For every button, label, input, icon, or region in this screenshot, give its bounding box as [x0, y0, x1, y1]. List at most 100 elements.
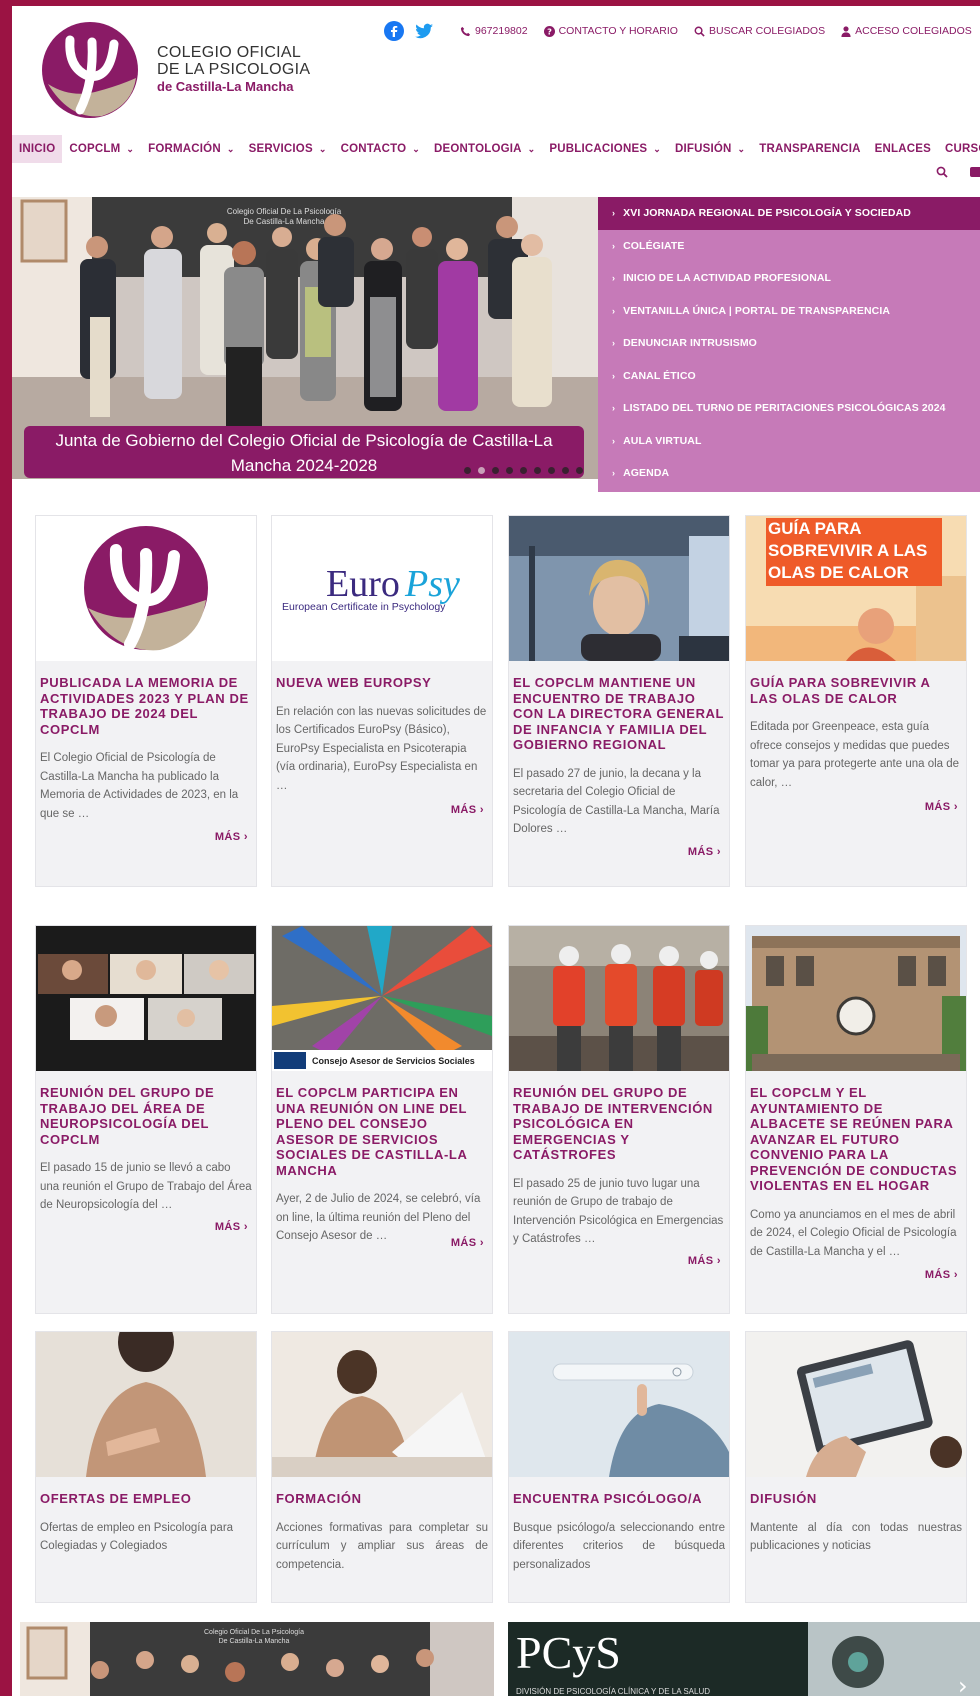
slider-dot[interactable]	[562, 467, 569, 474]
copclm-logo-icon[interactable]	[40, 20, 140, 120]
news-card[interactable]: REUNIÓN DEL GRUPO DE TRABAJO DEL ÁREA DE…	[35, 925, 257, 1314]
logo-text[interactable]: COLEGIO OFICIAL DE LA PSICOLOGIA de Cast…	[157, 44, 310, 95]
news-card[interactable]: REUNIÓN DEL GRUPO DE TRABAJO DE INTERVEN…	[508, 925, 730, 1314]
more-link[interactable]: MÁS ›	[451, 804, 484, 816]
quick-link[interactable]: › LISTADO DEL TURNO DE PERITACIONES PSICO…	[598, 392, 980, 425]
news-title[interactable]: NUEVA WEB EUROPSY	[276, 675, 488, 691]
phone-link[interactable]: 967219802	[460, 25, 528, 37]
section-card-difusion[interactable]: DIFUSIÓN Mantente al día con todas nuest…	[745, 1331, 967, 1603]
news-thumbnail: Euro Psy European Certificate in Psychol…	[272, 516, 492, 661]
quick-link[interactable]: › INICIO DE LA ACTIVIDAD PROFESIONAL	[598, 262, 980, 295]
section-card-empleo[interactable]: OFERTAS DE EMPLEO Ofertas de empleo en P…	[35, 1331, 257, 1603]
news-card[interactable]: GUÍA PARA SOBREVIVIR A LAS OLAS DE CALOR…	[745, 515, 967, 887]
europsy-subtitle: European Certificate in Psychology	[282, 601, 446, 613]
nav-item-label: FORMACIÓN	[148, 143, 221, 155]
news-card[interactable]: PUBLICADA LA MEMORIA DE ACTIVIDADES 2023…	[35, 515, 257, 887]
news-excerpt: Como ya anunciamos en el mes de abril de…	[750, 1208, 957, 1258]
quick-link[interactable]: › COLÉGIATE	[598, 230, 980, 263]
slider-dot[interactable]	[506, 467, 513, 474]
more-link[interactable]: MÁS ›	[688, 1255, 721, 1267]
more-link[interactable]: MÁS ›	[688, 846, 721, 858]
facebook-icon[interactable]	[384, 21, 404, 41]
more-link[interactable]: MÁS ›	[925, 801, 958, 813]
slider-dot[interactable]	[492, 467, 499, 474]
contact-link[interactable]: ? CONTACTO Y HORARIO	[543, 25, 678, 37]
chevron-down-icon: ⌄	[126, 144, 135, 154]
cart-icon[interactable]	[970, 167, 980, 177]
section-title[interactable]: ENCUENTRA PSICÓLOGO/A	[513, 1491, 725, 1507]
news-title[interactable]: EL COPCLM MANTIENE UN ENCUENTRO DE TRABA…	[513, 675, 725, 753]
quick-link-label: LISTADO DEL TURNO DE PERITACIONES PSICOL…	[623, 402, 946, 415]
quick-link[interactable]: › AULA VIRTUAL	[598, 425, 980, 458]
nav-item-copclm[interactable]: COPCLM ⌄	[62, 135, 141, 163]
nav-item-label: DIFUSIÓN	[674, 143, 732, 155]
bottom-banner-right[interactable]: PCyS DIVISIÓN DE PSICOLOGÍA CLÍNICA Y DE…	[508, 1622, 980, 1696]
section-thumbnail	[272, 1332, 492, 1477]
slider-dot[interactable]	[520, 467, 527, 474]
news-title[interactable]: EL COPCLM PARTICIPA EN UNA REUNIÓN ON LI…	[276, 1085, 488, 1178]
news-title[interactable]: EL COPCLM Y EL AYUNTAMIENTO DE ALBACETE …	[750, 1085, 962, 1194]
section-thumbnail	[36, 1332, 256, 1477]
quick-link[interactable]: › VENTANILLA ÚNICA | PORTAL DE TRANSPAREN…	[598, 295, 980, 328]
search-icon[interactable]	[936, 166, 948, 178]
logo-line-3: de Castilla-La Mancha	[157, 79, 294, 94]
slider-dot[interactable]	[576, 467, 583, 474]
more-link[interactable]: MÁS ›	[451, 1237, 484, 1249]
user-icon	[841, 25, 851, 37]
more-link[interactable]: MÁS ›	[215, 1221, 248, 1233]
quick-link[interactable]: › AGENDA	[598, 457, 980, 490]
section-thumbnail	[509, 1332, 729, 1477]
quick-link[interactable]: › DENUNCIAR INTRUSISMO	[598, 327, 980, 360]
news-card[interactable]: Euro Psy European Certificate in Psychol…	[271, 515, 493, 887]
quick-link-label: VENTANILLA ÚNICA | PORTAL DE TRANSPARENC…	[623, 304, 891, 317]
search-icon	[694, 26, 705, 37]
pcys-title: PCyS	[516, 1627, 621, 1678]
more-link[interactable]: MÁS ›	[925, 1269, 958, 1281]
nav-item-enlaces[interactable]: ENLACES	[868, 135, 938, 163]
twitter-icon[interactable]	[414, 21, 434, 41]
section-thumbnail	[746, 1332, 966, 1477]
slider-dot[interactable]	[534, 467, 541, 474]
quick-link-label: COLÉGIATE	[623, 239, 685, 252]
nav-item-transparencia[interactable]: TRANSPARENCIA	[752, 135, 867, 163]
news-card[interactable]: EL COPCLM Y EL AYUNTAMIENTO DE ALBACETE …	[745, 925, 967, 1314]
member-access-label: ACCESO COLEGIADOS	[855, 25, 972, 37]
nav-item-difusion[interactable]: DIFUSIÓN ⌄	[668, 135, 752, 163]
quick-link[interactable]: › XVI JORNADA REGIONAL DE PSICOLOGÍA Y SO…	[598, 197, 980, 230]
nav-item-formacion[interactable]: FORMACIÓN ⌄	[141, 135, 241, 163]
nav-item-cursos[interactable]: CURSOS	[938, 135, 980, 163]
svg-text:?: ?	[547, 26, 552, 36]
section-title[interactable]: OFERTAS DE EMPLEO	[40, 1491, 252, 1507]
section-card-formacion[interactable]: FORMACIÓN Acciones formativas para compl…	[271, 1331, 493, 1603]
slider-dots[interactable]	[464, 467, 590, 474]
section-title[interactable]: DIFUSIÓN	[750, 1491, 962, 1507]
hero-slider[interactable]: Colegio Oficial De La Psicología De Cast…	[12, 197, 598, 479]
nav-item-publicaciones[interactable]: PUBLICACIONES ⌄	[542, 135, 668, 163]
hero-sign-line-1: Colegio Oficial De La Psicología	[227, 207, 342, 216]
section-card-encuentra[interactable]: ENCUENTRA PSICÓLOGO/A Busque psicólogo/a…	[508, 1331, 730, 1603]
slider-dot[interactable]	[464, 467, 471, 474]
news-excerpt: El pasado 25 de junio tuvo lugar una reu…	[513, 1177, 724, 1246]
slider-dot-active[interactable]	[478, 467, 485, 474]
news-thumbnail	[36, 926, 256, 1071]
news-card[interactable]: EL COPCLM MANTIENE UN ENCUENTRO DE TRABA…	[508, 515, 730, 887]
news-title[interactable]: PUBLICADA LA MEMORIA DE ACTIVIDADES 2023…	[40, 675, 252, 737]
nav-item-servicios[interactable]: SERVICIOS ⌄	[242, 135, 334, 163]
section-title[interactable]: FORMACIÓN	[276, 1491, 488, 1507]
member-access-link[interactable]: ACCESO COLEGIADOS	[841, 25, 972, 37]
news-title[interactable]: GUÍA PARA SOBREVIVIR A LAS OLAS DE CALOR	[750, 675, 962, 706]
news-title[interactable]: REUNIÓN DEL GRUPO DE TRABAJO DEL ÁREA DE…	[40, 1085, 252, 1147]
nav-item-contacto[interactable]: CONTACTO ⌄	[334, 135, 427, 163]
search-members-link[interactable]: BUSCAR COLEGIADOS	[694, 25, 825, 37]
slider-dot[interactable]	[548, 467, 555, 474]
chevron-right-icon[interactable]: ›	[958, 1672, 968, 1696]
more-link[interactable]: MÁS ›	[215, 831, 248, 843]
nav-item-deontologia[interactable]: DEONTOLOGIA ⌄	[427, 135, 542, 163]
quick-link[interactable]: › CANAL ÉTICO	[598, 360, 980, 393]
news-title[interactable]: REUNIÓN DEL GRUPO DE TRABAJO DE INTERVEN…	[513, 1085, 725, 1163]
bottom-banner-left[interactable]: Colegio Oficial De La Psicología De Cast…	[20, 1622, 494, 1696]
chevron-right-icon: ›	[612, 208, 616, 219]
news-card[interactable]: Consejo Asesor de Servicios Sociales EL …	[271, 925, 493, 1314]
nav-item-inicio[interactable]: INICIO	[12, 135, 63, 163]
nav-item-label: SERVICIOS	[248, 143, 313, 155]
